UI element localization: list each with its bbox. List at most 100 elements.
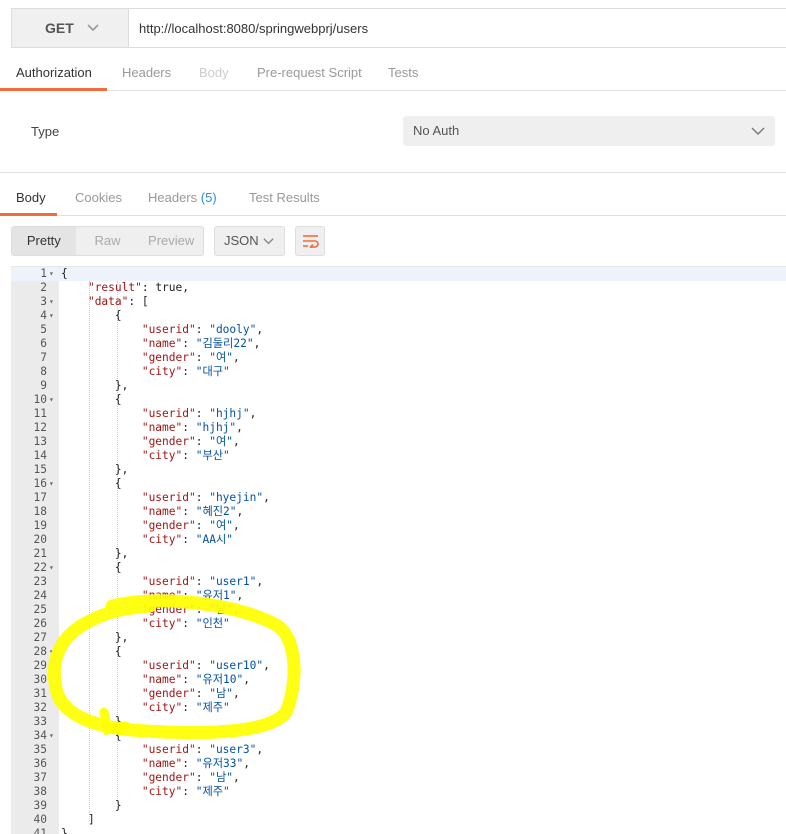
code-text: "data": [ [87,295,149,308]
code-line: 15 }, [11,463,786,477]
request-tabs: Authorization Headers Body Pre-request S… [0,56,786,91]
code-line: 38 "city": "제주" [11,785,786,799]
auth-type-select[interactable]: No Auth [403,116,775,146]
line-number: 34 [33,729,47,742]
code-text: "gender": "여", [141,519,240,532]
view-preview-button[interactable]: Preview [139,227,203,255]
code-text: ] [61,813,95,826]
method-select[interactable]: GET [12,9,129,47]
code-text: { [61,393,122,406]
url-bar: GET http://localhost:8080/springwebprj/u… [11,8,786,48]
code-line: 24 "name": "유저1", [11,589,786,603]
view-pretty-button[interactable]: Pretty [12,227,76,255]
line-number: 21 [33,547,47,560]
code-text: }, [61,631,129,644]
line-number: 8 [40,365,47,378]
tab-response-body[interactable]: Body [16,181,46,216]
auth-panel: Type No Auth [0,91,786,173]
fold-toggle-icon[interactable]: ▾ [49,295,54,309]
fold-toggle-icon[interactable]: ▾ [49,393,54,407]
line-number: 29 [33,659,47,672]
wrap-lines-button[interactable] [295,226,325,256]
format-select[interactable]: JSON [214,226,285,256]
wrap-lines-icon [303,235,319,248]
line-number: 30 [33,673,47,686]
code-text: "name": "김둘리22", [141,337,261,350]
url-text: http://localhost:8080/springwebprj/users [139,20,369,36]
code-text: "gender": "여", [141,351,240,364]
line-number: 13 [33,435,47,448]
code-line: 9 }, [11,379,786,393]
code-line: 40 ] [11,813,786,827]
code-line: 5 "userid": "dooly", [11,323,786,337]
line-number: 24 [33,589,47,602]
code-text: "userid": "dooly", [141,323,264,336]
code-text: "userid": "hjhj", [141,407,257,420]
tab-tests[interactable]: Tests [388,56,418,91]
line-number: 12 [33,421,47,434]
code-line: 2 "result": true, [11,281,786,295]
code-line: 23 "userid": "user1", [11,575,786,589]
method-label: GET [45,20,74,36]
auth-type-label: Type [31,124,60,139]
tab-cookies[interactable]: Cookies [75,181,122,216]
code-line: 34 ▾ { [11,729,786,743]
view-mode-switch: Pretty Raw Preview [11,226,204,256]
code-line: 4 ▾ { [11,309,786,323]
code-line: 35 "userid": "user3", [11,743,786,757]
line-number: 35 [33,743,47,756]
code-line: 18 "name": "혜진2", [11,505,786,519]
code-text: "city": "대구" [141,365,230,378]
code-text: { [61,645,122,658]
format-value: JSON [224,233,259,248]
line-number: 31 [33,687,47,700]
fold-toggle-icon[interactable]: ▾ [49,729,54,743]
fold-toggle-icon[interactable]: ▾ [49,267,54,281]
code-text: { [61,561,122,574]
code-text: { [61,729,122,742]
code-text: } [61,799,122,812]
tab-test-results[interactable]: Test Results [249,181,320,216]
line-number: 5 [40,323,47,336]
line-number: 6 [40,337,47,350]
line-number: 41 [33,827,47,834]
code-text: "city": "부산" [141,449,230,462]
line-number: 25 [33,603,47,616]
code-text: { [61,267,68,280]
code-line: 6 "name": "김둘리22", [11,337,786,351]
line-number: 9 [40,379,47,392]
tab-response-headers[interactable]: Headers (5) [148,181,217,216]
response-body-editor[interactable]: 1 ▾{2 "result": true, 3 ▾ "data": [4 ▾ {5 "u… [11,266,786,834]
chevron-down-icon [751,127,765,135]
code-line: 20 "city": "AA시" [11,533,786,547]
line-number: 26 [33,617,47,630]
fold-toggle-icon[interactable]: ▾ [49,309,54,323]
code-line: 12 "name": "hjhj", [11,421,786,435]
code-text: "gender": "남", [141,687,240,700]
code-text: "name": "hjhj", [141,421,243,434]
code-text: "gender": "여", [141,435,240,448]
tab-headers[interactable]: Headers [122,56,171,91]
line-number: 4 [40,309,47,322]
code-line: 17 "userid": "hyejin", [11,491,786,505]
headers-count-badge: (5) [200,190,217,205]
code-line: 39 } [11,799,786,813]
fold-toggle-icon[interactable]: ▾ [49,561,54,575]
tab-pre-request-script[interactable]: Pre-request Script [257,56,362,91]
code-line: 41} [11,827,786,834]
fold-toggle-icon[interactable]: ▾ [49,477,54,491]
code-line: 8 "city": "대구" [11,365,786,379]
line-number: 7 [40,351,47,364]
fold-toggle-icon[interactable]: ▾ [49,645,54,659]
tab-authorization[interactable]: Authorization [16,56,92,91]
tab-body[interactable]: Body [199,56,229,91]
code-line: 11 "userid": "hjhj", [11,407,786,421]
code-line: 3 ▾ "data": [ [11,295,786,309]
view-raw-button[interactable]: Raw [76,227,140,255]
code-text: "name": "유저1", [141,589,244,602]
code-line: 1 ▾ { [11,267,786,281]
code-text: }, [61,463,129,476]
url-input[interactable]: http://localhost:8080/springwebprj/users [129,9,786,47]
code-text: "userid": "hyejin", [141,491,270,504]
code-text: }, [61,715,129,728]
